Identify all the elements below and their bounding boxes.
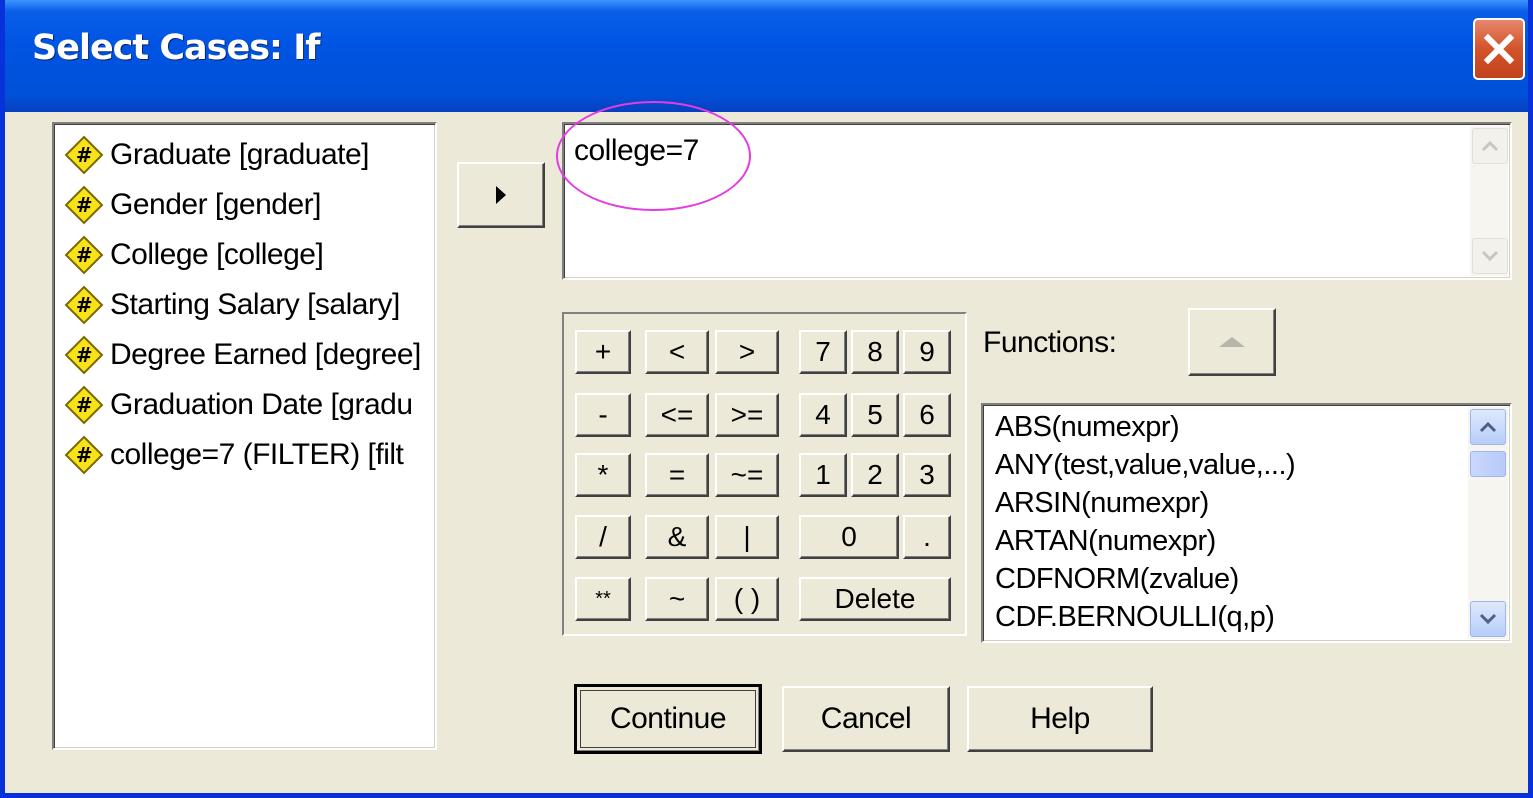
numeric-variable-icon: #	[64, 135, 104, 175]
function-item[interactable]: CDFNORM(zvalue)	[995, 561, 1239, 597]
help-button[interactable]: Help	[967, 686, 1153, 752]
functions-scrollbar[interactable]	[1468, 407, 1508, 639]
key-5[interactable]: 5	[851, 393, 899, 437]
key-less-than[interactable]: <	[645, 330, 709, 374]
function-item[interactable]: ANY(test,value,value,...)	[995, 447, 1296, 483]
key-9[interactable]: 9	[903, 330, 951, 374]
svg-text:#: #	[76, 343, 92, 367]
window-title: Select Cases: If	[32, 28, 320, 68]
scroll-down-button[interactable]	[1472, 238, 1508, 274]
function-item[interactable]: CDF.BERNOULLI(q,p)	[995, 599, 1275, 635]
variable-label: College [college]	[110, 238, 324, 271]
chevron-up-icon	[1479, 421, 1497, 433]
key-2[interactable]: 2	[851, 453, 899, 497]
key-plus[interactable]: +	[575, 330, 631, 374]
function-item[interactable]: ARTAN(numexpr)	[995, 523, 1216, 559]
key-7[interactable]: 7	[799, 330, 847, 374]
expression-text: college=7	[574, 134, 699, 167]
key-multiply[interactable]: *	[575, 453, 631, 497]
chevron-up-icon	[1481, 140, 1499, 152]
chevron-down-icon	[1479, 613, 1497, 625]
chevron-down-icon	[1481, 250, 1499, 262]
variable-item[interactable]: # Gender [gender]	[64, 182, 321, 228]
key-1[interactable]: 1	[799, 453, 847, 497]
key-decimal[interactable]: .	[903, 515, 951, 559]
expression-scrollbar[interactable]	[1470, 126, 1508, 276]
svg-text:#: #	[76, 143, 92, 167]
function-item[interactable]: ABS(numexpr)	[995, 409, 1180, 445]
key-minus[interactable]: -	[575, 393, 631, 437]
scroll-up-button[interactable]	[1470, 409, 1506, 445]
key-greater-equal[interactable]: >=	[715, 393, 779, 437]
triangle-up-icon	[1219, 337, 1245, 347]
key-greater-than[interactable]: >	[715, 330, 779, 374]
key-equals[interactable]: =	[645, 453, 709, 497]
key-and[interactable]: &	[645, 515, 709, 559]
numeric-variable-icon: #	[64, 385, 104, 425]
svg-text:#: #	[76, 293, 92, 317]
close-button[interactable]	[1473, 18, 1525, 80]
key-8[interactable]: 8	[851, 330, 899, 374]
variable-label: Degree Earned [degree]	[110, 338, 421, 371]
key-less-equal[interactable]: <=	[645, 393, 709, 437]
numeric-variable-icon: #	[64, 185, 104, 225]
numeric-variable-icon: #	[64, 235, 104, 275]
variable-item[interactable]: # Graduate [graduate]	[64, 132, 370, 178]
key-or[interactable]: |	[715, 515, 779, 559]
title-bar[interactable]: Select Cases: If	[5, 0, 1528, 112]
svg-text:#: #	[76, 193, 92, 217]
scroll-down-button[interactable]	[1470, 601, 1506, 637]
key-divide[interactable]: /	[575, 515, 631, 559]
numeric-variable-icon: #	[64, 435, 104, 475]
variable-item[interactable]: # college=7 (FILTER) [filt	[64, 432, 404, 478]
key-3[interactable]: 3	[903, 453, 951, 497]
svg-text:#: #	[76, 243, 92, 267]
numeric-variable-icon: #	[64, 335, 104, 375]
key-power[interactable]: **	[575, 577, 631, 621]
key-4[interactable]: 4	[799, 393, 847, 437]
variable-list[interactable]: # Graduate [graduate] # Gender [gender] …	[52, 122, 437, 750]
variable-label: Gender [gender]	[110, 188, 321, 221]
variable-item[interactable]: # Starting Salary [salary]	[64, 282, 400, 328]
svg-text:#: #	[76, 443, 92, 467]
move-variable-button[interactable]	[457, 162, 545, 228]
variable-item[interactable]: # Graduation Date [gradu	[64, 382, 413, 428]
functions-list[interactable]: ABS(numexpr) ANY(test,value,value,...) A…	[981, 403, 1512, 643]
cancel-button[interactable]: Cancel	[782, 686, 950, 752]
key-6[interactable]: 6	[903, 393, 951, 437]
key-not-equal[interactable]: ~=	[715, 453, 779, 497]
continue-button[interactable]: Continue	[574, 684, 762, 754]
scroll-thumb[interactable]	[1470, 451, 1506, 477]
key-parentheses[interactable]: ( )	[715, 577, 779, 621]
variable-label: Graduate [graduate]	[110, 138, 370, 171]
functions-label: Functions:	[983, 326, 1117, 359]
insert-function-button[interactable]	[1188, 308, 1276, 376]
select-cases-if-dialog: Select Cases: If # Graduate [graduate] #…	[0, 0, 1533, 798]
numeric-variable-icon: #	[64, 285, 104, 325]
key-not[interactable]: ~	[645, 577, 709, 621]
function-item[interactable]: ARSIN(numexpr)	[995, 485, 1209, 521]
key-delete[interactable]: Delete	[799, 577, 951, 621]
variable-label: college=7 (FILTER) [filt	[110, 438, 404, 471]
svg-text:#: #	[76, 393, 92, 417]
scroll-up-button[interactable]	[1472, 128, 1508, 164]
variable-item[interactable]: # Degree Earned [degree]	[64, 332, 421, 378]
close-icon	[1483, 33, 1515, 65]
variable-label: Graduation Date [gradu	[110, 388, 413, 421]
key-0[interactable]: 0	[799, 515, 899, 559]
variable-item[interactable]: # College [college]	[64, 232, 324, 278]
expression-textarea[interactable]: college=7	[562, 122, 1512, 280]
arrow-right-icon	[496, 186, 506, 204]
variable-label: Starting Salary [salary]	[110, 288, 400, 321]
